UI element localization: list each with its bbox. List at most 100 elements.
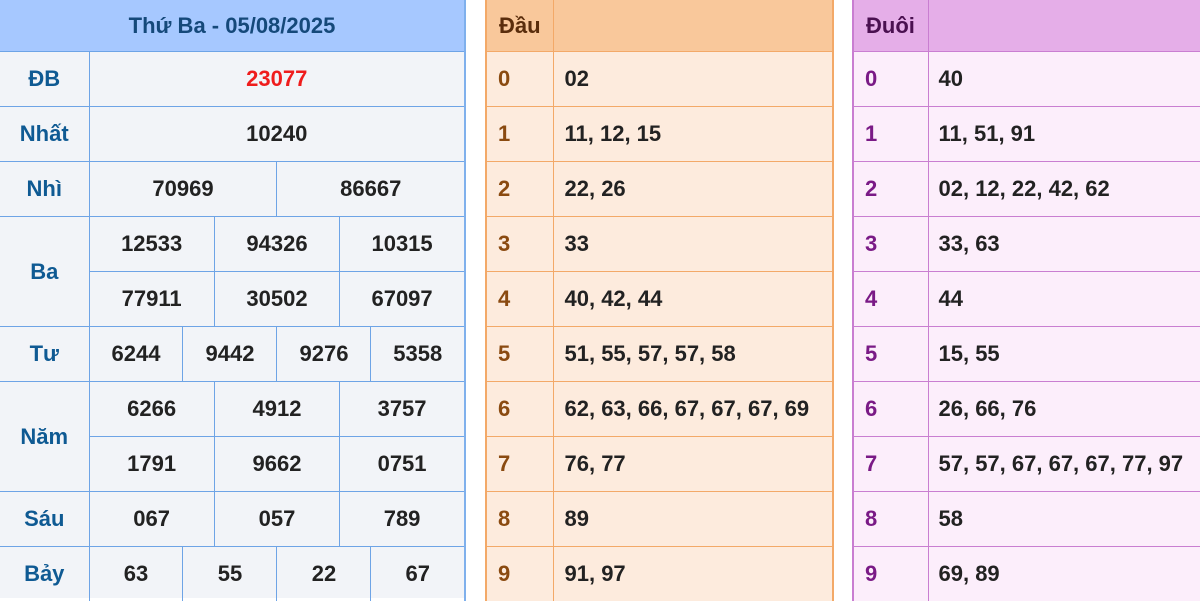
prize-label-nam: Năm [0, 382, 89, 492]
prize-number: 6266 [89, 382, 214, 437]
results-header-row: Thứ Ba - 05/08/2025 [0, 0, 465, 52]
duoi-values: 58 [928, 492, 1200, 547]
duoi-row: 040 [853, 52, 1200, 107]
dau-panel: Đầu 002 111, 12, 15 222, 26 333 440, 42,… [485, 0, 834, 598]
prize-number: 77911 [89, 272, 214, 327]
duoi-values: 44 [928, 272, 1200, 327]
duoi-row: 202, 12, 22, 42, 62 [853, 162, 1200, 217]
dau-row: 776, 77 [486, 437, 833, 492]
prize-number: 55 [183, 547, 277, 601]
dau-row: 551, 55, 57, 57, 58 [486, 327, 833, 382]
duoi-row: 515, 55 [853, 327, 1200, 382]
prize-number: 10315 [340, 217, 465, 272]
duoi-values: 69, 89 [928, 547, 1200, 601]
results-date-title: Thứ Ba - 05/08/2025 [0, 0, 465, 52]
prize-number: 067 [89, 492, 214, 547]
dau-values: 11, 12, 15 [553, 107, 833, 162]
dau-digit: 1 [486, 107, 553, 162]
duoi-values: 40 [928, 52, 1200, 107]
dau-values: 89 [553, 492, 833, 547]
prize-label-sau: Sáu [0, 492, 89, 547]
duoi-header-blank [928, 0, 1200, 52]
duoi-table: Đuôi 040 111, 51, 91 202, 12, 22, 42, 62… [852, 0, 1200, 601]
dau-row: 002 [486, 52, 833, 107]
prize-row-sau: Sáu 067 057 789 [0, 492, 465, 547]
duoi-row: 444 [853, 272, 1200, 327]
duoi-digit: 4 [853, 272, 928, 327]
duoi-digit: 9 [853, 547, 928, 601]
dau-digit: 3 [486, 217, 553, 272]
duoi-digit: 0 [853, 52, 928, 107]
dau-values: 33 [553, 217, 833, 272]
duoi-row: 969, 89 [853, 547, 1200, 601]
duoi-header-row: Đuôi [853, 0, 1200, 52]
dau-header-label: Đầu [486, 0, 553, 52]
duoi-digit: 7 [853, 437, 928, 492]
prize-number: 30502 [214, 272, 339, 327]
prize-row-nhi: Nhì 70969 86667 [0, 162, 465, 217]
dau-values: 51, 55, 57, 57, 58 [553, 327, 833, 382]
dau-digit: 2 [486, 162, 553, 217]
dau-digit: 8 [486, 492, 553, 547]
duoi-row: 757, 57, 67, 67, 67, 77, 97 [853, 437, 1200, 492]
prize-row-db: ĐB 23077 [0, 52, 465, 107]
prize-number: 4912 [214, 382, 339, 437]
results-table: Thứ Ba - 05/08/2025 ĐB 23077 Nhất 10240 … [0, 0, 466, 601]
prize-number: 67097 [340, 272, 465, 327]
dau-values: 22, 26 [553, 162, 833, 217]
prize-row-ba: Ba 12533 94326 10315 [0, 217, 465, 272]
duoi-digit: 8 [853, 492, 928, 547]
prize-number: 3757 [340, 382, 465, 437]
dau-digit: 0 [486, 52, 553, 107]
dau-values: 62, 63, 66, 67, 67, 67, 69 [553, 382, 833, 437]
prize-number: 67 [371, 547, 465, 601]
dau-table: Đầu 002 111, 12, 15 222, 26 333 440, 42,… [485, 0, 834, 601]
dau-row: 662, 63, 66, 67, 67, 67, 69 [486, 382, 833, 437]
duoi-digit: 1 [853, 107, 928, 162]
dau-header-blank [553, 0, 833, 52]
results-panel: Thứ Ba - 05/08/2025 ĐB 23077 Nhất 10240 … [0, 0, 466, 598]
duoi-values: 15, 55 [928, 327, 1200, 382]
duoi-panel: Đuôi 040 111, 51, 91 202, 12, 22, 42, 62… [852, 0, 1200, 598]
prize-label-nhi: Nhì [0, 162, 89, 217]
prize-number: 9276 [277, 327, 371, 382]
duoi-values: 57, 57, 67, 67, 67, 77, 97 [928, 437, 1200, 492]
prize-number: 789 [340, 492, 465, 547]
dau-digit: 9 [486, 547, 553, 601]
duoi-values: 11, 51, 91 [928, 107, 1200, 162]
prize-label-nhat: Nhất [0, 107, 89, 162]
duoi-digit: 5 [853, 327, 928, 382]
prize-number: 63 [89, 547, 183, 601]
prize-number: 1791 [89, 437, 214, 492]
prize-number: 057 [214, 492, 339, 547]
prize-number: 94326 [214, 217, 339, 272]
prize-number: 6244 [89, 327, 183, 382]
prize-row-bay: Bảy 63 55 22 67 [0, 547, 465, 601]
duoi-values: 33, 63 [928, 217, 1200, 272]
dau-header-row: Đầu [486, 0, 833, 52]
duoi-values: 02, 12, 22, 42, 62 [928, 162, 1200, 217]
dau-row: 440, 42, 44 [486, 272, 833, 327]
duoi-digit: 3 [853, 217, 928, 272]
prize-number: 5358 [371, 327, 465, 382]
special-prize-number: 23077 [89, 52, 465, 107]
duoi-digit: 6 [853, 382, 928, 437]
duoi-row: 626, 66, 76 [853, 382, 1200, 437]
prize-number: 12533 [89, 217, 214, 272]
prize-label-ba: Ba [0, 217, 89, 327]
dau-digit: 5 [486, 327, 553, 382]
dau-row: 991, 97 [486, 547, 833, 601]
dau-digit: 4 [486, 272, 553, 327]
prize-number: 9442 [183, 327, 277, 382]
prize-label-tu: Tư [0, 327, 89, 382]
prize-label-bay: Bảy [0, 547, 89, 601]
duoi-digit: 2 [853, 162, 928, 217]
dau-values: 02 [553, 52, 833, 107]
dau-values: 40, 42, 44 [553, 272, 833, 327]
duoi-row: 333, 63 [853, 217, 1200, 272]
dau-row: 222, 26 [486, 162, 833, 217]
dau-values: 91, 97 [553, 547, 833, 601]
prize-number: 22 [277, 547, 371, 601]
prize-row-nhat: Nhất 10240 [0, 107, 465, 162]
dau-row: 111, 12, 15 [486, 107, 833, 162]
